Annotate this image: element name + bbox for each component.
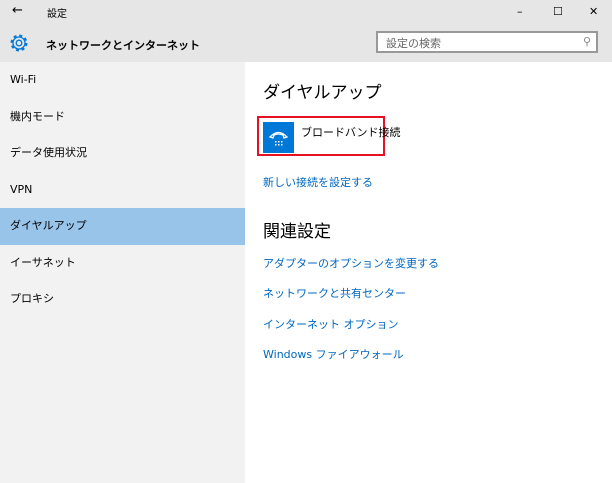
window-title: 設定 xyxy=(47,9,67,20)
sidebar-item-proxy[interactable]: プロキシ xyxy=(0,281,245,318)
sidebar-item-data-usage[interactable]: データ使用状況 xyxy=(0,135,245,172)
maximize-button[interactable]: ☐ xyxy=(553,5,563,18)
close-button[interactable]: ✕ xyxy=(589,5,598,18)
adapter-options-link[interactable]: アダプターのオプションを変更する xyxy=(263,255,439,271)
sidebar-item-vpn[interactable]: VPN xyxy=(0,172,245,209)
windows-firewall-link[interactable]: Windows ファイアウォール xyxy=(263,346,404,362)
main-content: ダイヤルアップ ブロードバンド接続 新しい接続を設定する 関連設定 アダプターの… xyxy=(245,62,612,483)
sidebar-item-wifi[interactable]: Wi-Fi xyxy=(0,62,245,99)
sidebar-item-ethernet[interactable]: イーサネット xyxy=(0,245,245,282)
network-sharing-center-link[interactable]: ネットワークと共有センター xyxy=(263,285,406,301)
search-icon[interactable]: ⚲ xyxy=(583,35,591,48)
title-bar: ← 設定 – ☐ ✕ xyxy=(0,0,612,26)
broadband-connection[interactable]: ブロードバンド接続 xyxy=(301,124,401,140)
new-connection-link[interactable]: 新しい接続を設定する xyxy=(263,174,373,190)
back-button[interactable]: ← xyxy=(12,3,23,18)
sidebar-item-airplane-mode[interactable]: 機内モード xyxy=(0,99,245,136)
section-heading: ダイヤルアップ xyxy=(263,83,382,103)
sidebar-item-dialup[interactable]: ダイヤルアップ xyxy=(0,208,245,245)
related-settings-heading: 関連設定 xyxy=(263,222,331,242)
internet-options-link[interactable]: インターネット オプション xyxy=(263,316,399,332)
sidebar: Wi-Fi 機内モード データ使用状況 VPN ダイヤルアップ イーサネット プ… xyxy=(0,62,245,483)
search-input[interactable]: 設定の検索 ⚲ xyxy=(376,31,598,53)
gear-icon xyxy=(10,34,28,52)
search-placeholder: 設定の検索 xyxy=(386,37,441,50)
page-title: ネットワークとインターネット xyxy=(46,39,200,52)
phone-icon[interactable] xyxy=(263,122,294,153)
minimize-button[interactable]: – xyxy=(517,5,523,18)
